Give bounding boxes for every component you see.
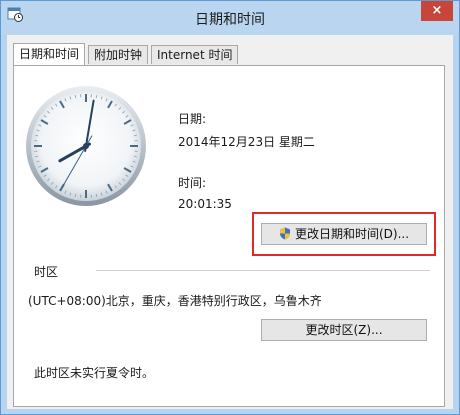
- clock-minute-tick: [35, 155, 39, 158]
- dialog-window: 日期和时间 × 日期和时间 附加时钟 Internet 时间 日期: 2014年…: [0, 0, 460, 415]
- timezone-separator: [96, 270, 430, 271]
- time-value: 20:01:35: [178, 197, 232, 211]
- time-label: 时间:: [178, 176, 207, 190]
- date-label: 日期:: [178, 112, 207, 126]
- window-title: 日期和时间: [195, 12, 265, 28]
- analog-clock: [26, 86, 146, 206]
- timezone-heading: 时区: [34, 265, 59, 279]
- tab-panel-date-and-time: 日期: 2014年12月23日 星期二 时间: 20:01:35 更改日期和时间…: [13, 65, 445, 407]
- clock-minute-tick: [95, 95, 98, 99]
- tab-additional-clocks[interactable]: 附加时钟: [88, 45, 149, 64]
- clock-minute-tick: [74, 193, 77, 197]
- dst-note: 此时区未实行夏令时。: [34, 366, 155, 380]
- dialog-client-area: 日期和时间 附加时钟 Internet 时间 日期: 2014年12月23日 星…: [7, 35, 453, 409]
- clock-minute-tick: [133, 134, 137, 137]
- uac-shield-icon: [279, 227, 290, 240]
- clock-minute-tick: [74, 95, 77, 99]
- change-timezone-button[interactable]: 更改时区(Z)...: [261, 319, 427, 341]
- close-button[interactable]: ×: [421, 1, 453, 21]
- date-value: 2014年12月23日 星期二: [178, 135, 315, 149]
- clock-minute-tick: [95, 193, 98, 197]
- tab-date-and-time[interactable]: 日期和时间: [13, 43, 86, 65]
- tab-internet-time[interactable]: Internet 时间: [151, 45, 239, 64]
- title-bar[interactable]: 日期和时间 ×: [1, 1, 459, 35]
- timezone-value: (UTC+08:00)北京，重庆，香港特别行政区，乌鲁木齐: [28, 294, 322, 308]
- change-date-time-button[interactable]: 更改日期和时间(D)...: [261, 223, 427, 245]
- clock-minute-tick: [35, 134, 39, 137]
- close-icon: ×: [431, 3, 443, 18]
- change-date-time-label: 更改日期和时间(D)...: [294, 227, 410, 241]
- clock-minute-tick: [133, 155, 137, 158]
